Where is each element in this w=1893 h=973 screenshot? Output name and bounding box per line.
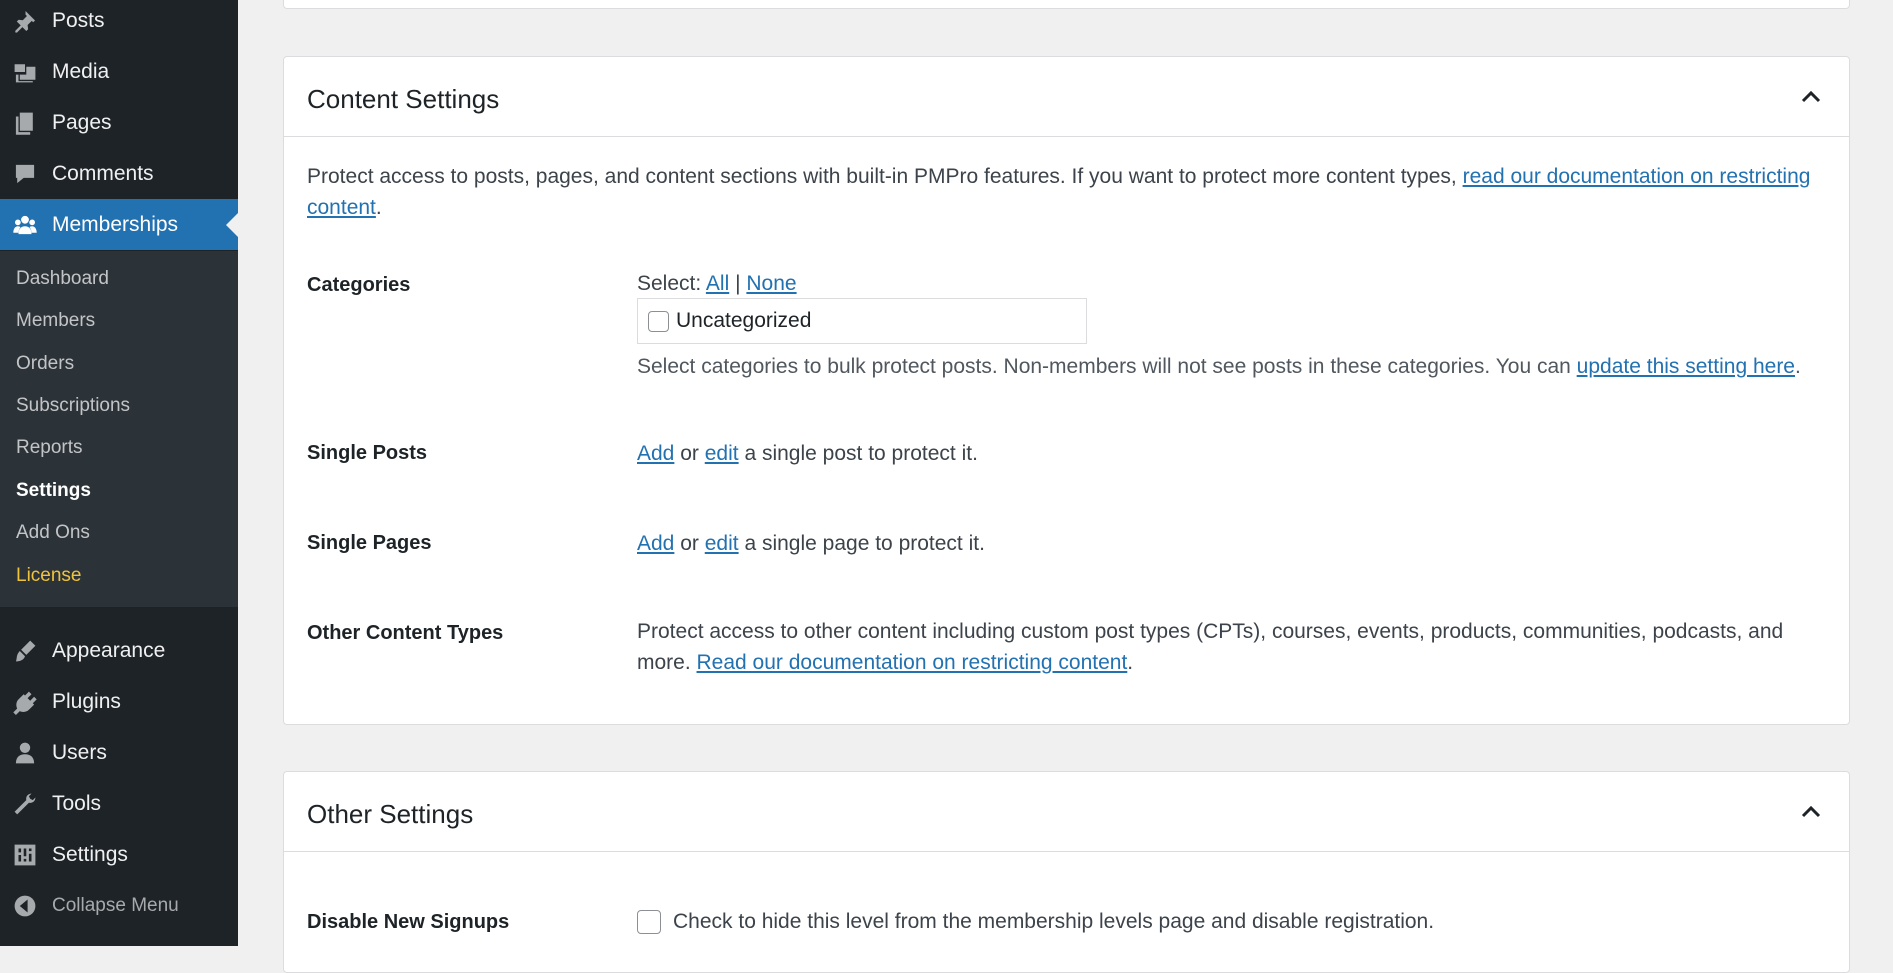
select-none-link[interactable]: None bbox=[746, 272, 796, 295]
disable-signups-text[interactable]: Check to hide this level from the member… bbox=[673, 906, 1434, 937]
menu-item-plugins[interactable]: Plugins bbox=[0, 676, 238, 727]
menu-label: Posts bbox=[52, 8, 105, 32]
pages-icon bbox=[11, 109, 39, 137]
previous-settings-card bbox=[283, 0, 1850, 9]
menu-label: Plugins bbox=[52, 689, 121, 713]
memberships-submenu: Dashboard Members Orders Subscriptions R… bbox=[0, 251, 238, 607]
other-settings-header[interactable]: Other Settings bbox=[284, 772, 1849, 852]
menu-item-pages[interactable]: Pages bbox=[0, 97, 238, 148]
menu-label: Users bbox=[52, 740, 107, 764]
menu-item-media[interactable]: Media bbox=[0, 46, 238, 97]
single-posts-text: a single post to protect it. bbox=[744, 442, 978, 465]
brush-icon bbox=[11, 637, 39, 665]
single-pages-label: Single Pages bbox=[307, 532, 432, 554]
menu-label: Tools bbox=[52, 791, 102, 815]
help-end: . bbox=[1795, 355, 1801, 378]
submenu-item-dashboard[interactable]: Dashboard bbox=[16, 268, 109, 290]
single-posts-label: Single Posts bbox=[307, 442, 428, 464]
menu-label: Settings bbox=[52, 842, 128, 866]
select-all-link[interactable]: All bbox=[706, 272, 729, 295]
user-icon bbox=[11, 739, 39, 767]
other-content-types-label: Other Content Types bbox=[307, 622, 504, 644]
other-settings-card: Other Settings Disable New Signups Check… bbox=[283, 771, 1850, 973]
category-label[interactable]: Uncategorized bbox=[676, 309, 811, 333]
other-content-types-field: Protect access to other content includin… bbox=[637, 616, 1827, 678]
single-pages-text: a single page to protect it. bbox=[744, 532, 985, 555]
or-text: or bbox=[680, 442, 699, 465]
disable-signups-label: Disable New Signups bbox=[307, 911, 510, 933]
edit-post-link[interactable]: edit bbox=[705, 442, 739, 465]
chevron-up-icon[interactable] bbox=[1799, 800, 1823, 824]
update-setting-link[interactable]: update this setting here bbox=[1577, 355, 1795, 378]
content-settings-card: Content Settings Protect access to posts… bbox=[283, 56, 1850, 725]
categories-checklist: Uncategorized bbox=[637, 298, 1087, 344]
menu-item-settings[interactable]: Settings bbox=[0, 829, 238, 880]
submenu-item-add-ons[interactable]: Add Ons bbox=[16, 522, 90, 544]
category-checkbox[interactable] bbox=[648, 310, 669, 332]
select-separator: | bbox=[735, 272, 741, 295]
settings-icon bbox=[11, 841, 39, 869]
menu-item-appearance[interactable]: Appearance bbox=[0, 625, 238, 676]
add-post-link[interactable]: Add bbox=[637, 442, 674, 465]
single-pages-field: Add or edit a single page to protect it. bbox=[637, 528, 985, 559]
other-content-doc-link[interactable]: Read our documentation on restricting co… bbox=[697, 651, 1128, 674]
menu-item-posts[interactable]: Posts bbox=[0, 0, 238, 46]
single-posts-field: Add or edit a single post to protect it. bbox=[637, 438, 978, 469]
submenu-item-license[interactable]: License bbox=[16, 565, 82, 587]
chevron-up-icon[interactable] bbox=[1799, 85, 1823, 109]
content-settings-header[interactable]: Content Settings bbox=[284, 57, 1849, 137]
collapse-label: Collapse Menu bbox=[52, 894, 179, 916]
menu-item-memberships[interactable]: Memberships bbox=[0, 199, 238, 250]
menu-label: Pages bbox=[52, 110, 112, 134]
categories-select-links: Select: All | None bbox=[637, 268, 797, 299]
disable-signups-checkbox[interactable] bbox=[637, 909, 661, 934]
media-icon bbox=[11, 58, 39, 86]
menu-item-tools[interactable]: Tools bbox=[0, 778, 238, 829]
edit-page-link[interactable]: edit bbox=[705, 532, 739, 555]
menu-label: Media bbox=[52, 59, 110, 83]
comments-icon bbox=[11, 160, 39, 188]
section-title: Other Settings bbox=[307, 799, 474, 829]
menu-item-users[interactable]: Users bbox=[0, 727, 238, 778]
wrench-icon bbox=[11, 790, 39, 818]
submenu-item-members[interactable]: Members bbox=[16, 310, 95, 332]
submenu-item-settings[interactable]: Settings bbox=[16, 480, 91, 502]
section-title: Content Settings bbox=[307, 84, 500, 114]
pin-icon bbox=[11, 7, 39, 35]
content-settings-intro: Protect access to posts, pages, and cont… bbox=[307, 161, 1817, 223]
disable-signups-field: Check to hide this level from the member… bbox=[637, 906, 1434, 937]
plugin-icon bbox=[11, 688, 39, 716]
menu-label: Memberships bbox=[52, 212, 179, 236]
menu-label: Appearance bbox=[52, 638, 166, 662]
intro-text: Protect access to posts, pages, and cont… bbox=[307, 165, 1463, 188]
admin-sidebar: Posts Media Pages Comments Memberships D… bbox=[0, 0, 238, 946]
other-content-end: . bbox=[1127, 651, 1134, 674]
collapse-icon bbox=[11, 892, 39, 920]
categories-help-text: Select categories to bulk protect posts.… bbox=[637, 355, 1801, 379]
categories-label: Categories bbox=[307, 274, 411, 296]
collapse-menu-button[interactable]: Collapse Menu bbox=[0, 880, 238, 931]
help-text: Select categories to bulk protect posts.… bbox=[637, 355, 1577, 378]
select-prefix: Select: bbox=[637, 272, 702, 295]
menu-label: Comments bbox=[52, 161, 154, 185]
groups-icon bbox=[11, 211, 39, 239]
intro-end: . bbox=[375, 196, 382, 219]
submenu-item-subscriptions[interactable]: Subscriptions bbox=[16, 395, 130, 417]
or-text: or bbox=[680, 532, 699, 555]
menu-item-comments[interactable]: Comments bbox=[0, 148, 238, 199]
submenu-item-reports[interactable]: Reports bbox=[16, 437, 83, 459]
add-page-link[interactable]: Add bbox=[637, 532, 674, 555]
submenu-item-orders[interactable]: Orders bbox=[16, 353, 74, 375]
